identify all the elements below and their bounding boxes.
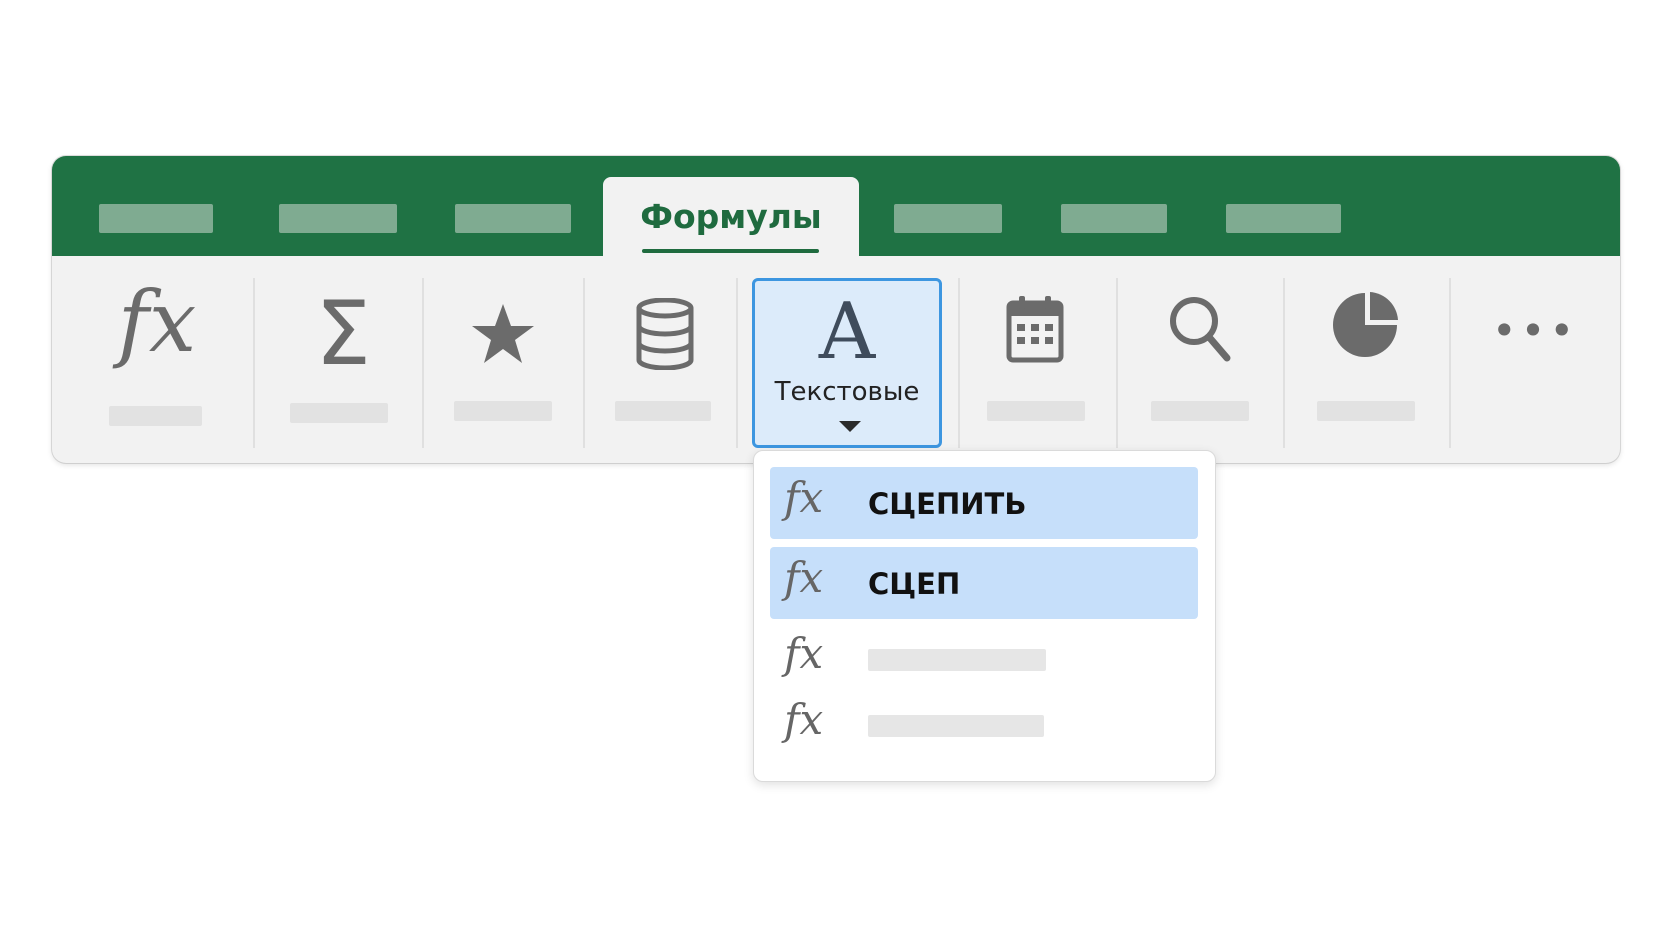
- tab-placeholder-5[interactable]: [1061, 204, 1167, 233]
- group-label-placeholder: [1317, 401, 1415, 421]
- letter-a-icon: A: [818, 287, 876, 377]
- ribbon-group-financial[interactable]: [600, 256, 730, 463]
- ribbon-divider: [1116, 278, 1118, 448]
- ribbon-divider: [583, 278, 585, 448]
- tab-placeholder-3[interactable]: [455, 204, 571, 233]
- group-label-placeholder: [290, 403, 388, 423]
- group-label-placeholder: [1151, 401, 1249, 421]
- fx-icon: fx: [784, 473, 824, 522]
- ribbon-group-autosum[interactable]: Σ: [278, 256, 408, 463]
- chevron-down-icon: [839, 421, 861, 432]
- ribbon-group-math[interactable]: [1300, 256, 1430, 463]
- pie-chart-icon: [1333, 292, 1398, 357]
- dropdown-item-label-placeholder: [868, 715, 1044, 737]
- tab-formulas[interactable]: Формулы: [603, 177, 859, 256]
- tab-placeholder-1[interactable]: [99, 204, 213, 233]
- dropdown-item-label: СЦЕПИТЬ: [868, 487, 1027, 521]
- sigma-icon: Σ: [315, 282, 371, 385]
- text-functions-button[interactable]: A Текстовые: [752, 278, 942, 448]
- dropdown-item-placeholder[interactable]: fx: [770, 693, 1198, 757]
- dropdown-item-label: СЦЕП: [868, 567, 961, 601]
- group-label-placeholder: [454, 401, 552, 421]
- dropdown-item-label-placeholder: [868, 649, 1046, 671]
- text-functions-label: Текстовые: [774, 377, 920, 407]
- fx-icon: fx: [784, 629, 824, 678]
- fx-icon: fx: [117, 273, 197, 371]
- dropdown-item-concat[interactable]: fx СЦЕП: [770, 547, 1198, 619]
- tab-placeholder-4[interactable]: [894, 204, 1002, 233]
- tab-formulas-label: Формулы: [640, 197, 822, 236]
- tab-placeholder-2[interactable]: [279, 204, 397, 233]
- ribbon-divider: [958, 278, 960, 448]
- ribbon-divider: [1449, 278, 1451, 448]
- tab-active-underline: [642, 249, 819, 253]
- ribbon: Формулы fx Σ A Текстовые •••: [52, 156, 1620, 463]
- fx-icon: fx: [784, 695, 824, 744]
- dropdown-item-placeholder[interactable]: fx: [770, 627, 1198, 691]
- calendar-icon: [1006, 296, 1064, 363]
- dropdown-item-concatenate[interactable]: fx СЦЕПИТЬ: [770, 467, 1198, 539]
- ribbon-divider: [1283, 278, 1285, 448]
- text-functions-dropdown: fx СЦЕПИТЬ fx СЦЕП fx fx: [753, 450, 1216, 782]
- fx-icon: fx: [784, 553, 824, 602]
- tab-placeholder-6[interactable]: [1226, 204, 1341, 233]
- ribbon-group-insert-function[interactable]: fx: [92, 256, 222, 463]
- database-icon: [636, 298, 694, 370]
- group-label-placeholder: [987, 401, 1085, 421]
- ribbon-divider: [736, 278, 738, 448]
- group-label-placeholder: [109, 406, 202, 426]
- ribbon-tab-bar: Формулы: [52, 156, 1620, 256]
- ribbon-group-recently-used[interactable]: [438, 256, 568, 463]
- more-icon: •••: [1491, 306, 1579, 355]
- ribbon-group-lookup[interactable]: [1135, 256, 1265, 463]
- ribbon-group-date-time[interactable]: [970, 256, 1100, 463]
- ribbon-divider: [422, 278, 424, 448]
- star-icon: [472, 304, 534, 363]
- group-label-placeholder: [615, 401, 711, 421]
- search-icon: [1170, 297, 1231, 362]
- ribbon-group-more[interactable]: •••: [1470, 256, 1600, 463]
- ribbon-divider: [253, 278, 255, 448]
